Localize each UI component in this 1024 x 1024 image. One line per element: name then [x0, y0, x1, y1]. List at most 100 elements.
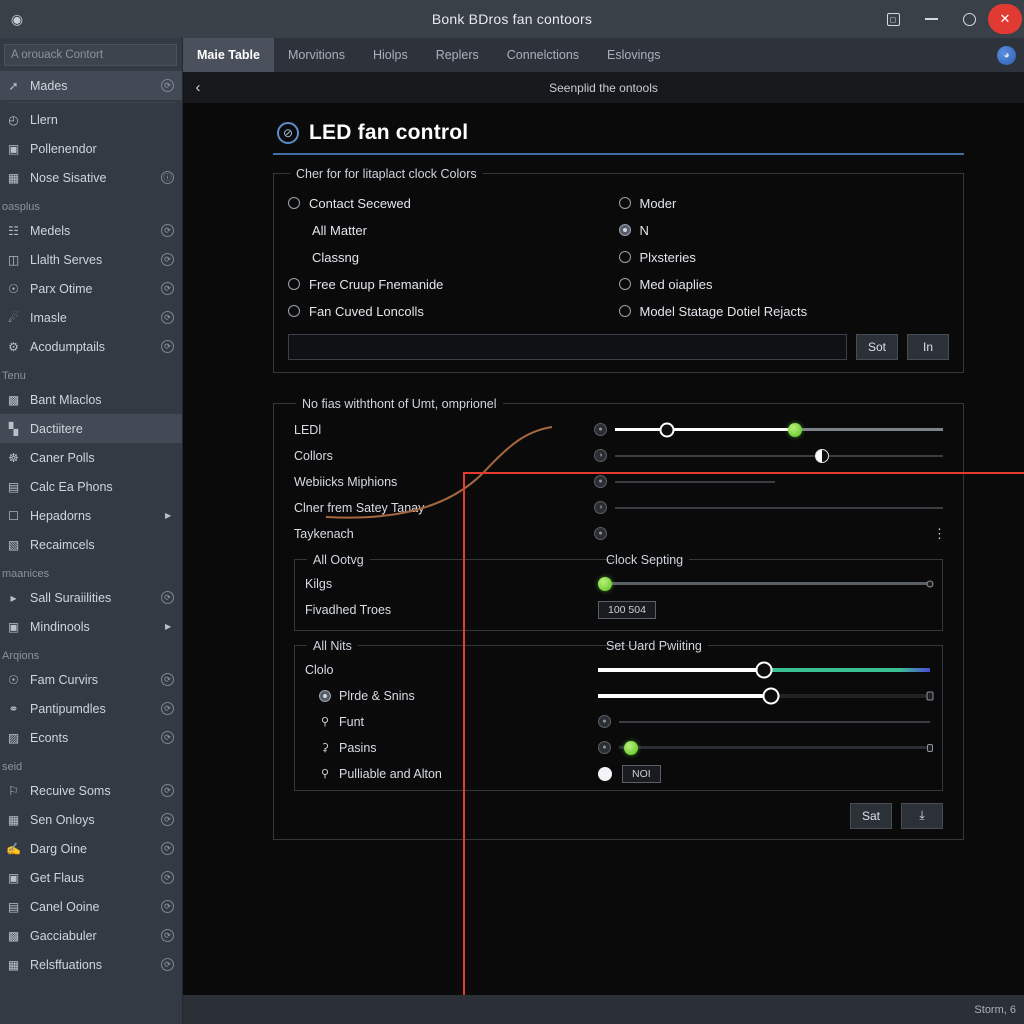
search-input[interactable]: A orouack Contort [4, 44, 177, 66]
slider-track[interactable] [615, 422, 943, 437]
radio-icon [618, 197, 631, 209]
tab-hiolps[interactable]: Hiolps [359, 38, 422, 72]
fan-row-control[interactable]: ● ⋮ [594, 527, 946, 540]
sidebar-item-medels[interactable]: ☷ Medels ⟳ [0, 216, 182, 245]
radio-plxsteries[interactable]: Plxsteries [618, 247, 950, 268]
sidebar-item-acodumptails[interactable]: ⚙ Acodumptails ⟳ [0, 332, 182, 361]
sidebar-item-bant-mlaclos[interactable]: ▩ Bant Mlaclos [0, 385, 182, 414]
sidebar-item-label: Relsffuations [30, 957, 103, 972]
radio-icon[interactable] [319, 689, 331, 702]
sidebar-item-llalth-serves[interactable]: ◫ Llalth Serves ⟳ [0, 245, 182, 274]
sidebar-item-dactiitere[interactable]: ▚ Dactiitere [0, 414, 182, 443]
nits-row-clolo: Clolo [305, 657, 639, 683]
page-title: LED fan control [309, 121, 469, 144]
sidebar-item-llern[interactable]: ◴ Llern [0, 105, 182, 134]
slider-track[interactable] [615, 506, 943, 509]
slider-track[interactable] [598, 661, 930, 678]
download-button[interactable]: ⤓ [901, 802, 943, 829]
nits-slider-control[interactable]: ● [598, 740, 933, 755]
slider-handle-green[interactable] [788, 422, 803, 437]
slider-handle-half[interactable] [814, 448, 829, 463]
slider-track[interactable] [615, 448, 943, 463]
radio-moder[interactable]: Moder [618, 193, 950, 214]
sidebar-item-mades[interactable]: ➚ Mades ⟳ [0, 71, 182, 100]
slider-handle-dark[interactable] [659, 422, 675, 437]
tab-eslovings[interactable]: Eslovings [593, 38, 675, 72]
sidebar-list[interactable]: ➚ Mades ⟳ ◴ Llern ▣ Pollenendor ▦ Nose S… [0, 71, 182, 1024]
knob-icon[interactable]: ◑ [594, 449, 607, 462]
fan-row-control[interactable]: ● [594, 475, 943, 488]
colors-text-input[interactable] [288, 333, 847, 360]
sidebar-item-recuive-soms[interactable]: ⚐ Recuive Soms ⟳ [0, 776, 182, 805]
slider-track[interactable] [619, 740, 933, 755]
tab-connelctions[interactable]: Connelctions [493, 38, 593, 72]
nits-slider-control[interactable]: ● [598, 715, 930, 728]
sidebar-item-pollenendor[interactable]: ▣ Pollenendor [0, 134, 182, 163]
nits-slider-control[interactable] [598, 661, 930, 678]
knob-icon[interactable]: ● [598, 741, 611, 754]
slider-track[interactable] [619, 720, 930, 723]
slider-track[interactable] [598, 687, 934, 704]
knob-icon[interactable]: ● [594, 475, 607, 488]
knob-icon[interactable]: ● [594, 527, 607, 540]
restore-window-button[interactable]: ◻ [874, 0, 912, 38]
clock-slider-control[interactable] [597, 576, 934, 591]
slider-handle-green[interactable] [597, 576, 612, 591]
avatar[interactable]: ◕ [997, 45, 1016, 65]
back-button[interactable]: ‹ [183, 79, 213, 96]
slider-handle-green[interactable] [624, 740, 639, 755]
nits-row-plrde[interactable]: Plrde & Snins [305, 683, 639, 709]
close-window-button[interactable]: ✕ [988, 4, 1022, 34]
sidebar-item-recaimcels[interactable]: ▧ Recaimcels [0, 530, 182, 559]
sidebar-item-sall-suraiilities[interactable]: ▸ Sall Suraiilities ⟳ [0, 583, 182, 612]
in-button[interactable]: In [907, 333, 949, 360]
sidebar-item-econts[interactable]: ▨ Econts ⟳ [0, 723, 182, 752]
radio-free-cruup-fnemanide[interactable]: Free Cruup Fnemanide [288, 274, 619, 295]
sidebar-item-mindinools[interactable]: ▣ Mindinools ▶ [0, 612, 182, 641]
tab-replers[interactable]: Replers [422, 38, 493, 72]
sidebar-item-darg-oine[interactable]: ✍ Darg Oine ⟳ [0, 834, 182, 863]
overflow-menu-icon[interactable]: ⋮ [933, 527, 946, 540]
set-button[interactable]: Sot [856, 333, 898, 360]
slider-handle-dark[interactable] [755, 661, 773, 678]
radio-n[interactable]: N [618, 220, 950, 241]
sidebar-item-calc-ea-phons[interactable]: ▤ Calc Ea Phons [0, 472, 182, 501]
sidebar-item-imasle[interactable]: ☄ Imasle ⟳ [0, 303, 182, 332]
sidebar-item-label: Mindinools [30, 619, 90, 634]
save-button[interactable]: Sat [850, 802, 892, 829]
sidebar-item-pantipumdles[interactable]: ⚭ Pantipumdles ⟳ [0, 694, 182, 723]
radio-contact-secewed[interactable]: Contact Secewed [288, 193, 619, 214]
fan-row-control[interactable]: ◑ [594, 501, 943, 514]
sidebar-item-fam-curvirs[interactable]: ☉ Fam Curvirs ⟳ [0, 665, 182, 694]
radio-med-oiaplies[interactable]: Med oiaplies [618, 274, 950, 295]
slider-track[interactable] [615, 480, 775, 483]
knob-icon[interactable]: ● [598, 715, 611, 728]
nits-toggle-control[interactable]: NOI [598, 764, 930, 783]
slider-track[interactable] [597, 576, 934, 591]
nits-slider-control[interactable] [598, 687, 934, 704]
maximize-window-button[interactable] [950, 0, 988, 38]
radio-model-statage[interactable]: Model Statage Dotiel Rejacts [618, 301, 950, 322]
sidebar-item-sen-onloys[interactable]: ▦ Sen Onloys ⟳ [0, 805, 182, 834]
toggle-icon[interactable] [598, 766, 612, 781]
fan-row-control[interactable]: ● [594, 422, 943, 437]
pin-icon: ⚲ [320, 768, 330, 780]
cube-icon: ☄ [8, 310, 19, 325]
knob-icon[interactable]: ● [594, 423, 607, 436]
sidebar-item-relsffuations[interactable]: ▦ Relsffuations ⟳ [0, 950, 182, 979]
tab-maie-table[interactable]: Maie Table [183, 38, 274, 72]
sidebar-item-gacciabuler[interactable]: ▩ Gacciabuler ⟳ [0, 921, 182, 950]
minimize-window-button[interactable] [912, 0, 950, 38]
fan-row-control[interactable]: ◑ [594, 448, 943, 463]
slider-handle-dark[interactable] [762, 687, 780, 704]
close-icon: ✕ [999, 11, 1011, 26]
sidebar-item-caner-polls[interactable]: ☸ Caner Polls [0, 443, 182, 472]
sidebar-item-nose-sisative[interactable]: ▦ Nose Sisative ⓘ [0, 163, 182, 192]
tab-morvitions[interactable]: Morvitions [274, 38, 359, 72]
sidebar-item-hepadorns[interactable]: ☐ Hepadorns ▶ [0, 501, 182, 530]
radio-fan-cuved-loncolls[interactable]: Fan Cuved Loncolls [288, 301, 619, 322]
knob-icon[interactable]: ◑ [594, 501, 607, 514]
sidebar-item-parx-otime[interactable]: ☉ Parx Otime ⟳ [0, 274, 182, 303]
sidebar-item-get-flaus[interactable]: ▣ Get Flaus ⟳ [0, 863, 182, 892]
sidebar-item-canel-ooine[interactable]: ▤ Canel Ooine ⟳ [0, 892, 182, 921]
